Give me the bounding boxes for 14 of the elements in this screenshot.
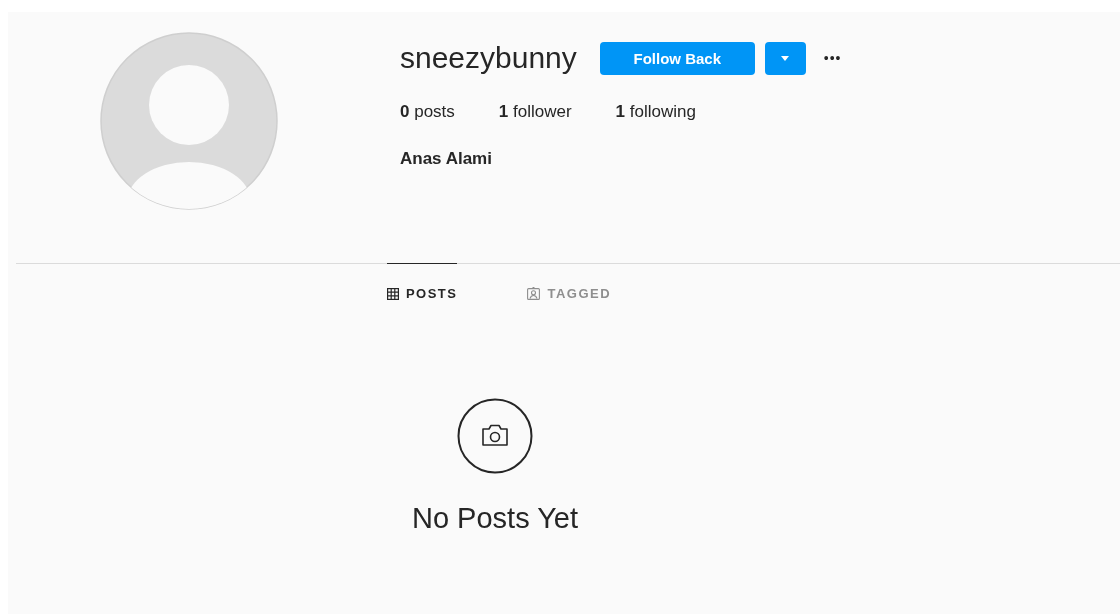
stat-count[interactable]: 1 follower — [498, 102, 572, 122]
empty-message: No Posts Yet — [411, 502, 579, 535]
username: sneezybunny — [400, 41, 577, 75]
avatar-icon — [100, 32, 278, 210]
dropdown-button[interactable] — [764, 41, 806, 75]
person-tag-icon — [527, 287, 541, 300]
grid-icon — [386, 287, 399, 300]
more-options-button[interactable]: ••• — [819, 50, 846, 66]
full-name: Anas Alami — [400, 149, 493, 169]
camera-icon — [457, 398, 533, 474]
caret-icon — [781, 55, 790, 61]
stat-count[interactable]: 0 posts — [400, 102, 455, 122]
stat-count[interactable]: 1 following — [615, 102, 696, 122]
profile-tab[interactable]: POSTS — [386, 263, 458, 325]
